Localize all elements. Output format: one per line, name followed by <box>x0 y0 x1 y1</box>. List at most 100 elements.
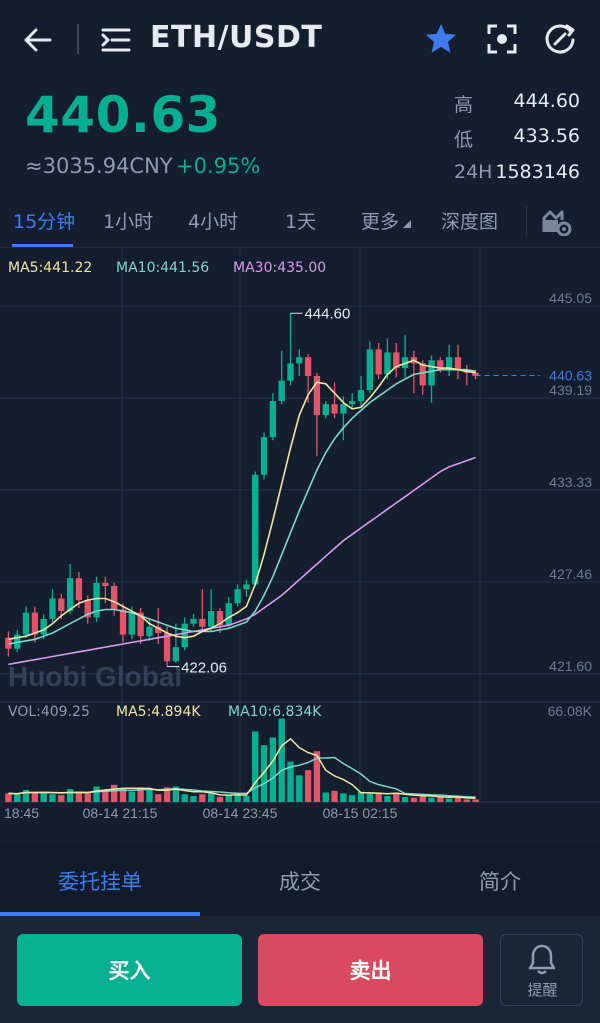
volume-max-label: 66.08K <box>548 703 593 719</box>
volume-bar <box>463 799 470 802</box>
candle-body <box>199 618 206 627</box>
vol-ma10-legend: MA10:6.834K <box>228 704 322 720</box>
candle-body <box>172 647 180 662</box>
candle-body <box>58 598 65 612</box>
axis-labels: 445.05 439.19 433.33 427.46 421.60 440.63 444.… <box>4 290 593 821</box>
volume-bar <box>340 793 347 802</box>
candle-body <box>296 357 303 364</box>
detail-tabs: 委托挂单 成交 简介 <box>0 846 600 916</box>
vol-ma5-legend: MA5:4.894K <box>116 704 201 720</box>
favorite-button[interactable] <box>424 22 458 56</box>
candle-body <box>119 609 127 635</box>
screenshot-button[interactable] <box>485 22 519 56</box>
candle-body <box>31 612 39 635</box>
candle-body <box>207 611 215 627</box>
active-tab-indicator <box>12 244 73 247</box>
candle-body <box>66 578 74 612</box>
volume-bar <box>93 786 100 802</box>
chart-settings-button[interactable] <box>542 208 572 237</box>
candle-body <box>375 349 382 375</box>
candle-body <box>22 612 30 635</box>
volume-bar <box>252 731 259 802</box>
ma-lines <box>8 359 476 666</box>
star-icon <box>426 24 456 53</box>
candle-body <box>146 626 153 637</box>
interval-tabs: 15分钟 1小时 4小时 1天 更多 深度图 <box>0 196 600 248</box>
list-menu-icon <box>101 28 131 52</box>
candle-body <box>287 363 294 381</box>
candle-body <box>357 390 365 402</box>
low-label: 低 <box>454 129 474 151</box>
volume-bar <box>40 791 47 802</box>
high-annotation: 444.60 <box>304 305 350 322</box>
tab-more[interactable]: 更多 <box>361 207 412 234</box>
volume-bar <box>401 796 409 802</box>
volume-bar <box>216 796 224 802</box>
bell-icon <box>528 944 556 975</box>
last-price: 440.63 <box>25 86 221 144</box>
time-tick-label: 08-14 21:15 <box>83 805 158 821</box>
kline-chart[interactable]: Huobi Global 445.05 439.19 433.33 427.46 421… <box>0 249 600 830</box>
candle-body <box>366 349 373 391</box>
candle-body <box>304 357 312 376</box>
price-tick-label: 421.60 <box>549 658 592 674</box>
time-tick-label: 08-14 23:45 <box>203 805 278 821</box>
candle-body <box>111 586 118 610</box>
candle-body <box>419 363 426 386</box>
volume-bar <box>366 792 373 802</box>
volume-24h-value: 1583146 <box>495 161 580 183</box>
candle-body <box>269 401 277 438</box>
candle-body <box>252 474 259 585</box>
tab-15m[interactable]: 15分钟 <box>13 207 75 234</box>
price-tick-label: 427.46 <box>549 566 592 582</box>
price-alert-label: 提醒 <box>527 981 558 999</box>
price-cny: ≈3035.94CNY <box>25 154 173 178</box>
price-alert-button[interactable]: 提醒 <box>500 934 583 1006</box>
refresh-button[interactable] <box>543 22 577 56</box>
ma30-legend: MA30:435.00 <box>233 260 327 276</box>
tab-orders[interactable]: 委托挂单 <box>0 866 200 896</box>
last-price-tag: 440.63 <box>549 367 592 383</box>
volume-bar <box>190 795 197 802</box>
ma10-legend: MA10:441.56 <box>116 260 210 276</box>
pair-list-button[interactable] <box>100 24 132 56</box>
price-change: +0.95% <box>176 154 261 178</box>
volume-bar <box>304 770 312 802</box>
tab-1d[interactable]: 1天 <box>285 207 316 234</box>
candle-body <box>428 360 435 386</box>
volume-bar <box>146 789 153 802</box>
tab-trades[interactable]: 成交 <box>200 866 400 896</box>
candle-body <box>349 401 356 405</box>
trade-actions: 买入 卖出 提醒 <box>0 916 600 1023</box>
back-arrow-icon <box>24 28 52 52</box>
candle-body <box>190 618 197 624</box>
top-bar: ETH/USDT <box>0 0 600 78</box>
volume-bar <box>14 794 21 802</box>
candle-body <box>454 357 462 370</box>
tab-4h[interactable]: 4小时 <box>188 207 238 234</box>
candle-body <box>128 612 135 635</box>
tab-depth[interactable]: 深度图 <box>441 207 498 234</box>
back-button[interactable] <box>20 22 56 58</box>
price-tick-label: 445.05 <box>549 290 592 306</box>
tab-1h[interactable]: 1小时 <box>103 207 153 234</box>
buy-button[interactable]: 买入 <box>17 934 242 1006</box>
candle-body <box>49 598 56 619</box>
volume-bar <box>269 737 277 802</box>
sell-button[interactable]: 卖出 <box>258 934 483 1006</box>
volume-bar <box>207 793 215 802</box>
tab-more-label: 更多 <box>361 211 400 233</box>
scan-frame-icon <box>487 24 517 54</box>
volume-bar <box>472 799 479 802</box>
volume-bar <box>278 718 285 802</box>
volume-bar <box>445 798 453 802</box>
vol-ma5-line <box>8 737 476 799</box>
volume-bar <box>428 797 435 802</box>
volume-bar <box>181 794 188 802</box>
candle-body <box>40 618 47 635</box>
volume-bar <box>58 795 65 802</box>
candle-body <box>234 589 241 604</box>
tab-intro[interactable]: 简介 <box>400 866 600 896</box>
watermark: Huobi Global <box>8 661 182 692</box>
volume-bar <box>296 775 303 802</box>
